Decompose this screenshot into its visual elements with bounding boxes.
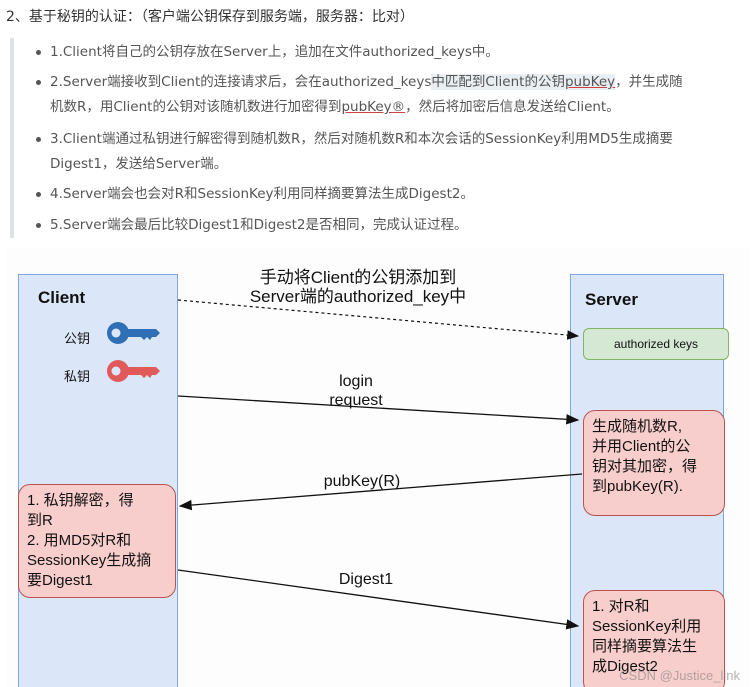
highlighted-text: 中匹配到Client的公钥pubKey: [431, 74, 616, 90]
step-3-cont: Digest1，发送给Server端。: [50, 156, 228, 172]
step-5: 5.Server端会最后比较Digest1和Digest2是否相同，完成认证过程…: [36, 213, 468, 238]
pubkey-arrow: [178, 473, 583, 511]
step-2-cont: 机数R，用Client的公钥对该随机数进行加密得到pubKey®，然后将加密后信…: [50, 99, 620, 115]
step-1: 1.Client将自己的公钥存放在Server上，追加在文件authorized…: [36, 40, 499, 65]
watermark: CSDN @Justice_link: [619, 668, 740, 683]
step-2: 2.Server端接收到Client的连接请求后，会在authorized_ke…: [36, 70, 683, 95]
dashed-arrow: [177, 299, 580, 340]
step-4: 4.Server端会也会对R和SessionKey利用同样摘要算法生成Diges…: [36, 182, 474, 207]
auth-sequence-diagram: Client Server 公钥 私钥 手动将Client的公钥添加到 Serv…: [6, 248, 750, 687]
step-3: 3.Client端通过私钥进行解密得到随机数R，然后对随机数R和本次会话的Ses…: [36, 127, 673, 152]
login-arrow: [177, 395, 580, 425]
steps-blockquote: 1.Client将自己的公钥存放在Server上，追加在文件authorized…: [10, 38, 754, 238]
section-heading: 2、基于秘钥的认证：（客户端公钥保存到服务端，服务器：比对）: [6, 9, 414, 25]
digest1-arrow: [177, 569, 580, 630]
arrows-layer: [177, 299, 583, 630]
